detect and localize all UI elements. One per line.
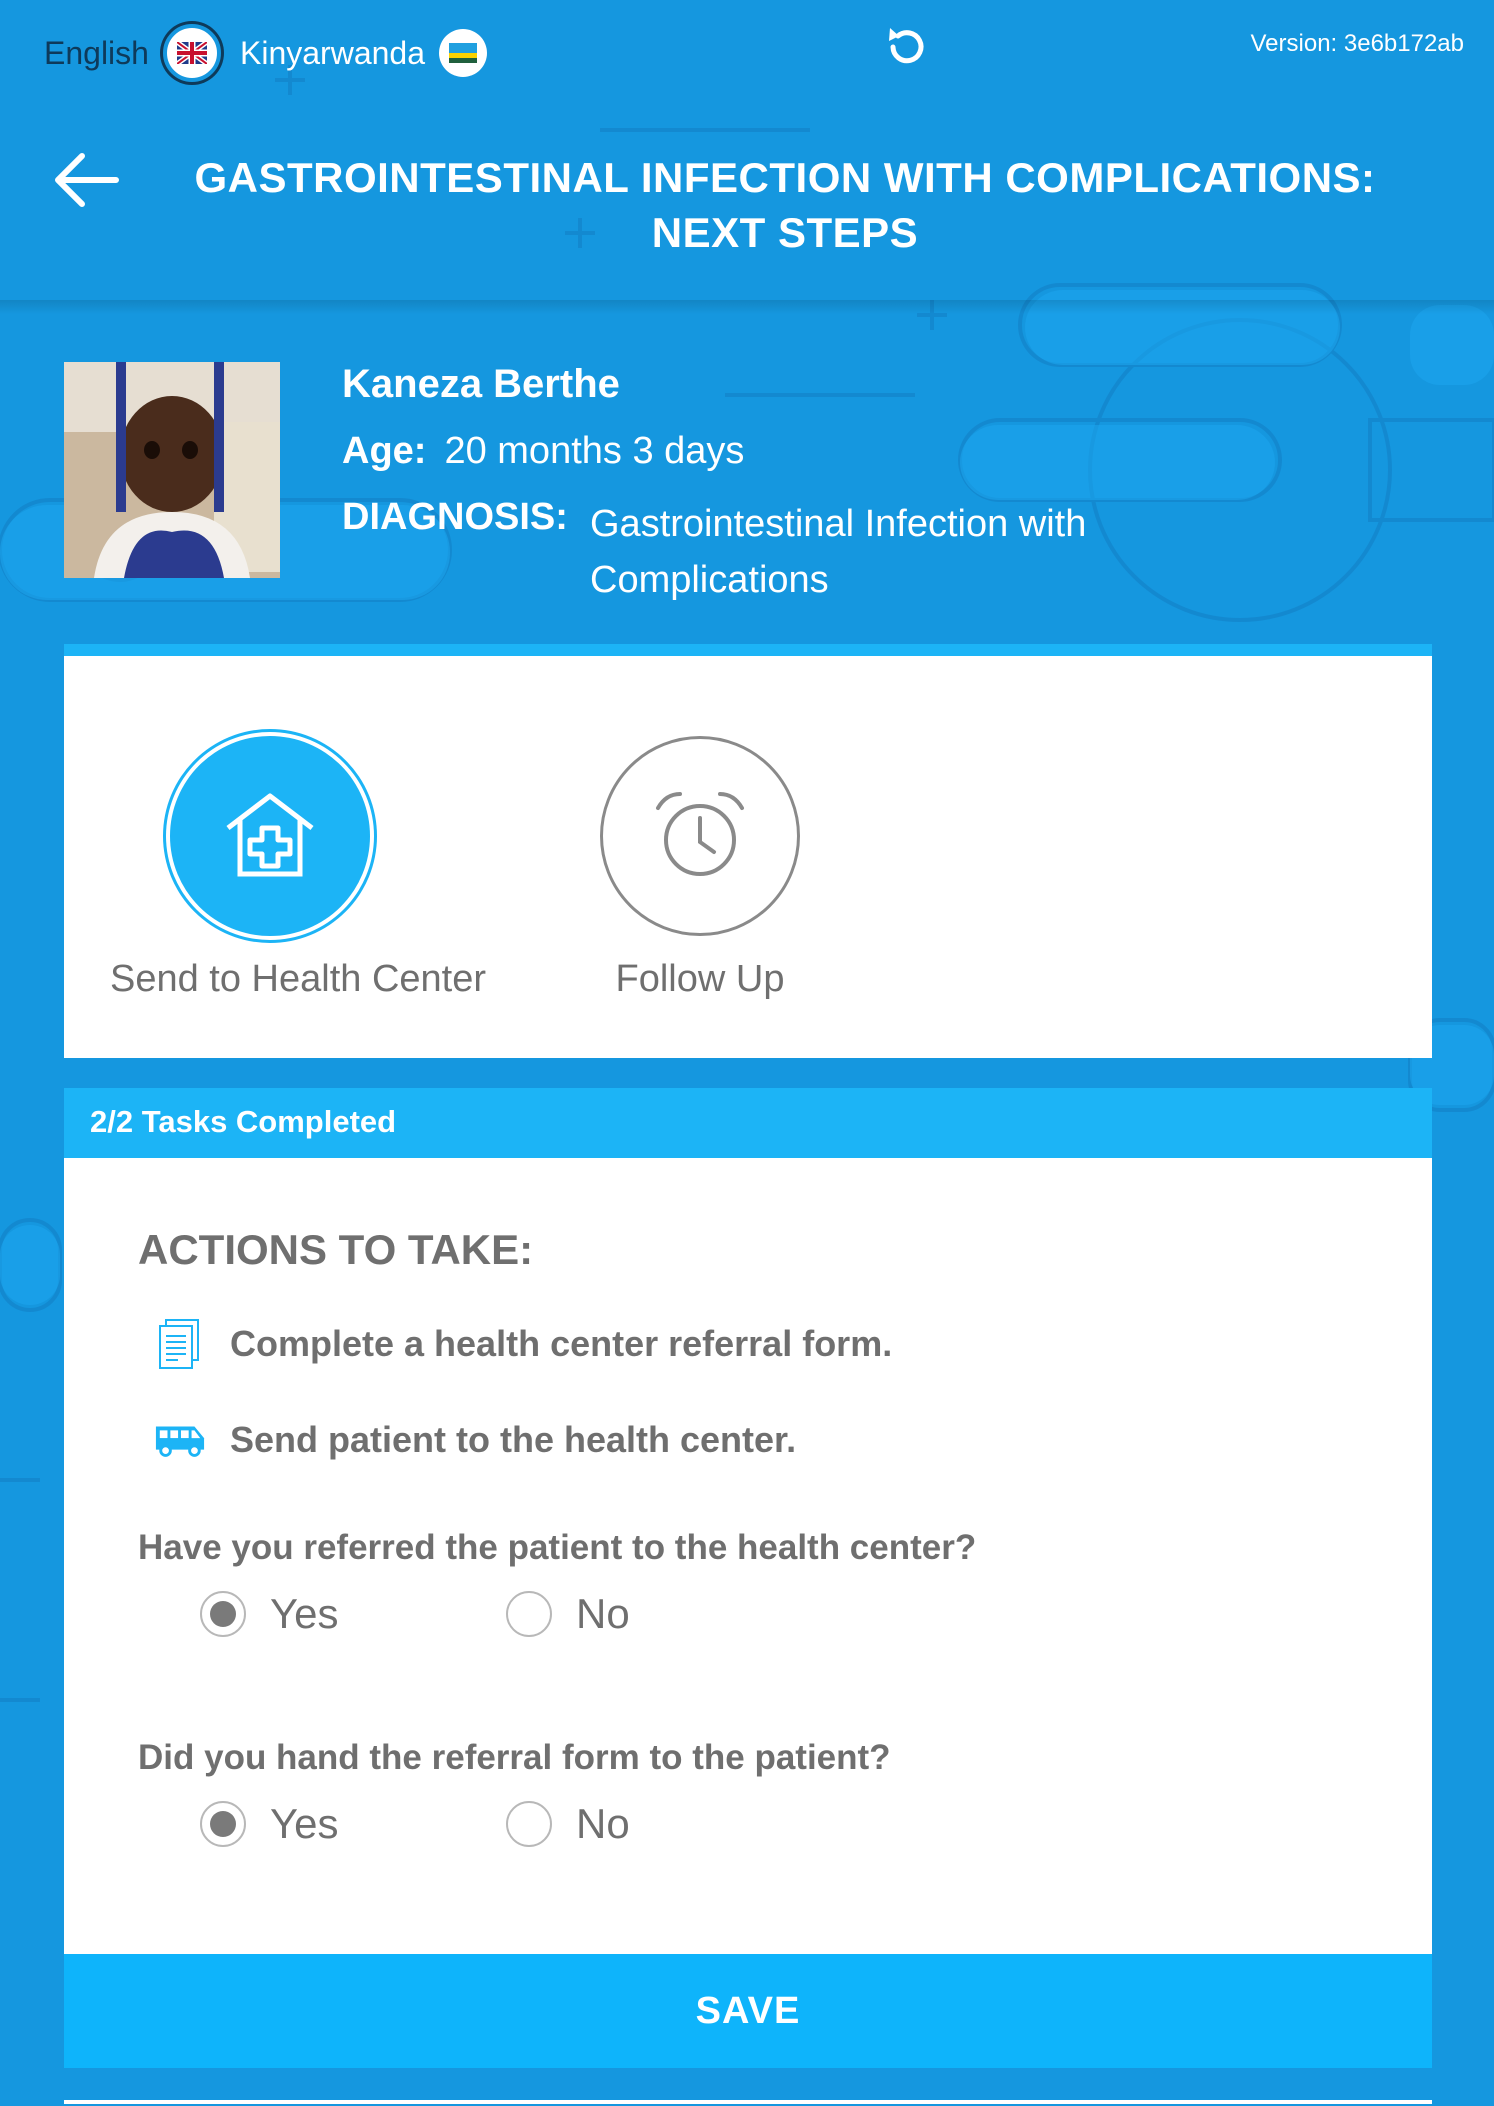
- radio-button[interactable]: [200, 1801, 246, 1847]
- language-english[interactable]: English: [44, 24, 221, 82]
- patient-photo: [64, 362, 280, 578]
- radio-referred-yes[interactable]: Yes: [200, 1590, 506, 1638]
- activity-circle[interactable]: [170, 736, 370, 936]
- age-label: Age:: [342, 430, 427, 472]
- activity-send-to-health-center[interactable]: Send to Health Center: [110, 736, 487, 1001]
- bus-icon: [154, 1414, 206, 1466]
- language-kinyarwanda-label: Kinyarwanda: [240, 34, 425, 71]
- action-text: Complete a health center referral form.: [230, 1323, 893, 1364]
- document-icon: [154, 1318, 206, 1370]
- action-item-send-patient: Send patient to the health center.: [154, 1414, 796, 1466]
- alarm-clock-icon: [656, 792, 744, 876]
- reload-icon[interactable]: [880, 22, 930, 72]
- version-label: Version: 3e6b172ab: [1250, 30, 1464, 57]
- rwanda-flag-icon: [439, 29, 487, 77]
- language-english-label: English: [44, 34, 149, 71]
- radio-group-referred: Yes No: [200, 1590, 812, 1638]
- health-center-icon: [226, 793, 314, 877]
- radio-label: Yes: [270, 1800, 339, 1847]
- radio-handed-no[interactable]: No: [506, 1800, 812, 1848]
- action-item-referral-form: Complete a health center referral form.: [154, 1318, 892, 1370]
- radio-group-handed-form: Yes No: [200, 1800, 812, 1848]
- age-value: 20 months 3 days: [444, 430, 745, 472]
- activity-label: Follow Up: [615, 958, 785, 1000]
- activity-label: Send to Health Center: [110, 958, 487, 1000]
- radio-button[interactable]: [200, 1591, 246, 1637]
- diagnosis-value: Gastrointestinal Infection with Complica…: [590, 503, 1087, 601]
- page-title: GASTROINTESTINAL INFECTION WITH COMPLICA…: [194, 154, 1376, 256]
- action-text: Send patient to the health center.: [230, 1419, 797, 1460]
- referral-form: ACTIONS TO TAKE: Complete a health cente…: [64, 1158, 1432, 1954]
- tasks-completed-bar: 2/2 Tasks Completed: [64, 1088, 1432, 1158]
- activities-card: Send to Health Center Follow Up: [64, 644, 1432, 1058]
- patient-name: Kaneza Berthe: [342, 362, 620, 406]
- activity-circle[interactable]: [600, 736, 800, 936]
- question-referred: Have you referred the patient to the hea…: [138, 1528, 977, 1567]
- bottom-divider: [64, 2100, 1432, 2104]
- back-arrow-icon[interactable]: [50, 150, 120, 210]
- radio-label: No: [576, 1800, 630, 1847]
- radio-handed-yes[interactable]: Yes: [200, 1800, 506, 1848]
- actions-title: ACTIONS TO TAKE:: [138, 1226, 534, 1273]
- radio-label: No: [576, 1590, 630, 1637]
- radio-label: Yes: [270, 1590, 339, 1637]
- patient-age: Age: 20 months 3 days: [342, 430, 744, 473]
- radio-referred-no[interactable]: No: [506, 1590, 812, 1638]
- radio-button[interactable]: [506, 1591, 552, 1637]
- save-button[interactable]: SAVE: [64, 1954, 1432, 2068]
- uk-flag-icon: [162, 24, 221, 82]
- diagnosis-label: DIAGNOSIS:: [342, 496, 568, 538]
- activity-follow-up[interactable]: Follow Up: [590, 736, 810, 1001]
- question-handed-form: Did you hand the referral form to the pa…: [138, 1738, 891, 1777]
- radio-button[interactable]: [506, 1801, 552, 1847]
- language-kinyarwanda[interactable]: Kinyarwanda: [240, 24, 487, 82]
- header-divider: [0, 300, 1494, 314]
